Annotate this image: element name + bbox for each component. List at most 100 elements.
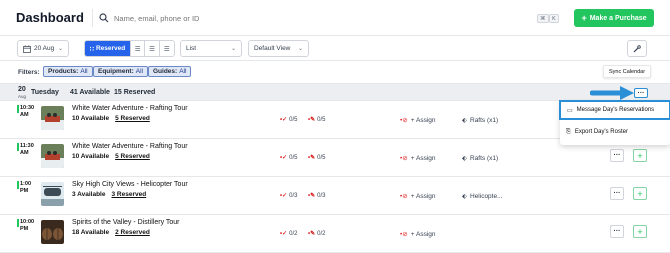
status-indicator (17, 143, 19, 151)
equipment-label: Rafts (x1) (470, 116, 499, 124)
list-select[interactable]: List ⌄ (180, 40, 242, 57)
row-more-button[interactable]: ··· (610, 187, 624, 200)
row-add-button[interactable]: + (633, 187, 647, 200)
page-title: Dashboard (16, 10, 84, 25)
waiver-count-value: 0/3 (317, 192, 326, 199)
tour-thumbnail (41, 220, 64, 244)
make-purchase-label: Make a Purchase (589, 14, 647, 22)
filters-label: Filters: (18, 69, 40, 76)
view-mode-reserved[interactable]: ∷ Reserved (85, 41, 131, 56)
shortcut-key-cmd: ⌘ (537, 14, 549, 23)
tour-thumbnail (41, 182, 64, 206)
waiver-count-value: 0/5 (317, 154, 326, 161)
checkin-count-value: 0/3 (289, 192, 298, 199)
status-indicator (17, 105, 19, 113)
row-more-button[interactable]: ··· (610, 225, 624, 238)
tag-icon: ⬖ (462, 193, 467, 200)
row-more-button[interactable]: ··· (610, 149, 624, 162)
tour-reserved-link[interactable]: 5 Reserved (115, 115, 150, 122)
tour-name[interactable]: White Water Adventure - Rafting Tour (72, 143, 188, 150)
assign-guide[interactable]: •⊘ + Assign (400, 230, 436, 239)
search-input[interactable] (114, 13, 474, 23)
tour-time: 11:30 AM (20, 143, 34, 156)
row-add-button[interactable]: + (633, 149, 647, 162)
search-bar[interactable] (92, 9, 562, 27)
export-icon: ⎘ (566, 128, 571, 135)
assign-guide[interactable]: •⊘ + Assign (400, 116, 436, 125)
menu-item-export-roster[interactable]: ⎘ Export Day's Roster (560, 123, 670, 141)
tour-reserved-link[interactable]: 5 Reserved (115, 153, 150, 160)
list-icon: ☰ (149, 45, 155, 53)
tour-reserved-link[interactable]: 3 Reserved (111, 191, 146, 198)
filter-chip-guides[interactable]: Guides: All (148, 66, 192, 77)
assign-guide[interactable]: •⊘ + Assign (400, 192, 436, 201)
tour-name[interactable]: White Water Adventure - Rafting Tour (72, 105, 188, 112)
tour-name[interactable]: Spirits of the Valley - Distillery Tour (72, 219, 180, 226)
view-mode-option-4[interactable]: ☰ (159, 41, 174, 56)
day-more-button[interactable]: ··· (634, 88, 648, 98)
filters-bar: Filters: Products: All Equipment: All Gu… (0, 61, 670, 83)
plus-icon: + (637, 150, 643, 161)
settings-button[interactable] (627, 40, 647, 57)
checkin-count: •✓ 0/5 (280, 154, 298, 162)
date-picker[interactable]: 20 Aug ⌄ (17, 40, 69, 57)
tour-reserved-link[interactable]: 2 Reserved (115, 229, 150, 236)
view-select[interactable]: Default View ⌄ (248, 40, 309, 57)
row-add-button[interactable]: + (633, 225, 647, 238)
assign-label: + Assign (410, 154, 436, 162)
waiver-count: •✎ 0/5 (308, 116, 325, 124)
day-available-count: 41 Available (70, 89, 110, 96)
message-icon: ▭ (567, 107, 573, 114)
checkin-count-value: 0/2 (289, 230, 298, 237)
checkin-count: •✓ 0/5 (280, 116, 298, 124)
filter-chip-products[interactable]: Products: All (43, 66, 93, 77)
table-row[interactable]: 1:00 PM Sky High City Views - Helicopter… (0, 177, 670, 215)
tour-available: 3 Available (72, 191, 106, 198)
menu-item-message-reservations[interactable]: ▭ Message Day's Reservations (559, 100, 670, 120)
day-weekday: Tuesday (31, 89, 59, 96)
filter-chip-equipment[interactable]: Equipment: All (93, 66, 148, 77)
wrench-icon (633, 44, 641, 52)
filter-chip-name: Equipment: (98, 68, 134, 75)
sync-calendar-button[interactable]: Sync Calendar (603, 65, 652, 78)
status-indicator (17, 219, 19, 227)
view-mode-option-3[interactable]: ☰ (145, 41, 160, 56)
filter-chip-value: All (80, 68, 88, 75)
checkin-count: •✓ 0/3 (280, 192, 298, 200)
day-number: 20 (18, 86, 26, 93)
assign-guide[interactable]: •⊘ + Assign (400, 154, 436, 163)
shortcut-key-k: K (549, 14, 559, 23)
table-row[interactable]: 10:00 PM Spirits of the Valley - Distill… (0, 215, 670, 253)
equipment-tag: ⬖ Rafts (x1) (462, 116, 499, 125)
filter-chip-name: Guides: (153, 68, 178, 75)
menu-item-label: Message Day's Reservations (576, 107, 655, 113)
view-mode-option-2[interactable]: ☰ (131, 41, 146, 56)
day-month: Aug (18, 94, 27, 99)
assign-label: + Assign (410, 192, 436, 200)
list-icon: ☰ (163, 45, 170, 53)
top-bar: Dashboard ⌘ K + Make a Purchase (0, 0, 670, 36)
more-icon: ··· (613, 152, 621, 159)
guide-icon: •⊘ (400, 117, 408, 124)
tour-name[interactable]: Sky High City Views - Helicopter Tour (72, 181, 188, 188)
plus-icon: + (637, 226, 643, 237)
equipment-tag: ⬖ Rafts (x1) (462, 154, 499, 163)
equipment-label: Helicopte... (470, 192, 503, 200)
chevron-down-icon: ⌄ (230, 46, 236, 52)
equipment-tag: ⬖ Helicopte... (462, 192, 503, 201)
filter-chip-value: All (135, 68, 143, 75)
menu-item-label: Export Day's Roster (574, 129, 628, 135)
make-purchase-button[interactable]: + Make a Purchase (574, 9, 654, 27)
tour-capacity: 10 Available 5 Reserved (72, 153, 150, 160)
more-icon: ··· (613, 190, 621, 197)
toolbar: 20 Aug ⌄ ∷ Reserved ☰ ☰ ☰ List ⌄ Default… (0, 36, 670, 61)
tour-thumbnail (41, 144, 64, 168)
checkin-count-value: 0/5 (289, 154, 298, 161)
chevron-down-icon: ⌄ (57, 46, 63, 52)
check-icon: •✓ (280, 231, 288, 237)
tour-available: 10 Available (72, 115, 110, 122)
checkin-count-value: 0/5 (289, 116, 298, 123)
guide-icon: •⊘ (400, 231, 408, 238)
equipment-label: Rafts (x1) (470, 154, 499, 162)
plus-icon: + (581, 13, 587, 23)
